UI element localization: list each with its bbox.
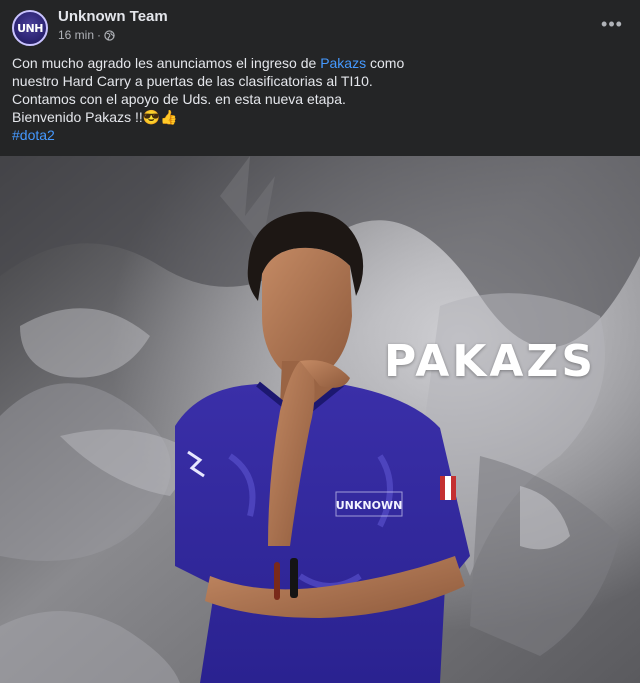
- message-line-4: Bienvenido Pakazs !!😎👍: [12, 109, 178, 125]
- globe-icon[interactable]: [104, 29, 115, 41]
- meta-separator: ·: [97, 28, 102, 42]
- post-message: Con mucho agrado les anunciamos el ingre…: [12, 54, 622, 144]
- more-options-button[interactable]: •••: [594, 10, 630, 38]
- post-header: UNH Unknown Team 16 min · •••: [0, 0, 640, 52]
- mention-link[interactable]: Pakazs: [320, 55, 366, 71]
- message-line-1: Con mucho agrado les anunciamos el ingre…: [12, 55, 405, 71]
- jersey-logo-text: UNKNOWN: [336, 499, 403, 512]
- page-name-link[interactable]: Unknown Team: [58, 8, 168, 25]
- player-name-overlay: PAKAZS: [384, 336, 597, 387]
- message-line-3: Contamos con el apoyo de Uds. en esta nu…: [12, 91, 346, 107]
- post-photo[interactable]: UNKNOWN PAKAZS: [0, 156, 640, 683]
- message-line-2: nuestro Hard Carry a puertas de las clas…: [12, 73, 373, 89]
- post-timestamp[interactable]: 16 min: [58, 28, 94, 42]
- player-photo-illustration: UNKNOWN: [0, 156, 640, 683]
- post-meta: 16 min ·: [58, 28, 115, 42]
- avatar-logo-text: UNH: [17, 21, 43, 35]
- page-avatar[interactable]: UNH: [12, 10, 48, 46]
- hashtag-link[interactable]: #dota2: [12, 127, 55, 143]
- more-options-icon: •••: [601, 13, 623, 34]
- facebook-post: UNH Unknown Team 16 min · ••• Con mucho …: [0, 0, 640, 683]
